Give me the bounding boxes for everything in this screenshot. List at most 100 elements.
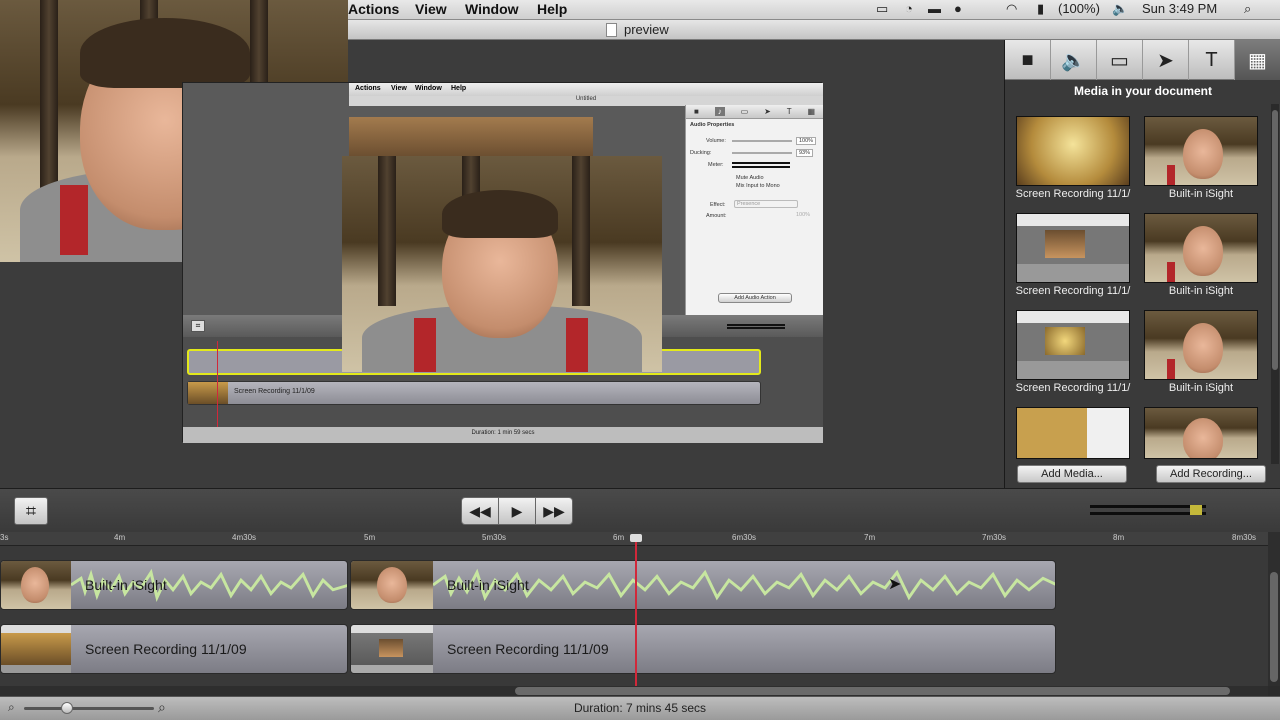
spotlight-icon[interactable]: ⌕ — [1244, 1, 1251, 17]
audio-properties-icon[interactable]: 🔈 — [1051, 40, 1097, 80]
menu-view[interactable]: View — [415, 1, 447, 17]
video-properties-icon[interactable]: ■ — [1005, 40, 1051, 80]
isight-clip-thumb — [351, 561, 433, 609]
media-thumb-screen-3[interactable] — [1016, 310, 1130, 380]
timeline-tracks[interactable]: Built-in iSight Built-in iSight Screen R… — [0, 546, 1268, 686]
inner-add-action-button: Add Audio Action — [718, 293, 792, 303]
isight-clip-2[interactable]: Built-in iSight — [350, 560, 1056, 610]
inner-ducking-label: Ducking: — [690, 150, 712, 156]
sync-icon[interactable]: ● — [954, 1, 962, 16]
webcam-preview[interactable] — [342, 156, 662, 372]
isight-clip-thumb — [1, 561, 71, 609]
ruler-tick: 6m — [613, 533, 625, 542]
rewind-button[interactable]: ◀◀ — [461, 497, 499, 525]
media-thumb-isight-1[interactable] — [1144, 116, 1258, 186]
media-label-isight-3[interactable]: Built-in iSight — [1139, 382, 1263, 394]
inner-menu-actions: Actions — [355, 85, 381, 92]
media-thumb-screen-4[interactable] — [1016, 407, 1130, 459]
screen-clip-1[interactable]: Screen Recording 11/1/09 — [0, 624, 348, 674]
media-panel: ■ 🔈 ▭ ➤ T ▦ Media in your document Scree… — [1004, 40, 1280, 488]
project-duration: Duration: 7 mins 45 secs — [573, 701, 707, 715]
mouse-cursor-icon: ➤ — [888, 576, 902, 593]
inner-audio-panel: ■ ♪ ▭ ➤ T ▦ Audio Properties Volume: 100… — [685, 105, 823, 315]
fast-forward-icon: ▶▶ — [543, 502, 565, 519]
pointer-properties-icon[interactable]: ➤ — [1143, 40, 1189, 80]
inner-media-icon: ▦ — [807, 107, 816, 116]
wifi-icon[interactable]: ◠ — [1006, 1, 1017, 17]
media-library-icon[interactable]: ▦ — [1235, 40, 1280, 80]
inner-amount-value: 100% — [796, 212, 811, 218]
media-label-screen-1[interactable]: Screen Recording 11/1/ — [1011, 188, 1135, 200]
battery-icon[interactable]: ▮ — [1037, 1, 1044, 17]
media-thumb-isight-4[interactable] — [1144, 407, 1258, 459]
inner-volume-label: Volume: — [706, 138, 726, 144]
media-panel-title: Media in your document — [1073, 84, 1212, 98]
time-machine-icon[interactable]: ◔ — [905, 1, 913, 16]
add-media-button[interactable]: Add Media... — [1017, 465, 1127, 483]
media-label-isight-1[interactable]: Built-in iSight — [1139, 188, 1263, 200]
display-icon[interactable]: ▭ — [876, 1, 888, 17]
inner-menu-help: Help — [451, 85, 467, 92]
inner-clip-label: Screen Recording 11/1/09 — [234, 388, 315, 395]
battery-percent: (100%) — [1058, 1, 1100, 16]
ruler-tick: 5m30s — [482, 533, 507, 542]
inner-panel-title: Audio Properties — [690, 122, 735, 128]
menu-actions[interactable]: Actions — [348, 1, 399, 17]
media-label-screen-3[interactable]: Screen Recording 11/1/ — [1011, 382, 1135, 394]
screen-clip-2[interactable]: Screen Recording 11/1/09 — [350, 624, 1056, 674]
monitor-icon[interactable]: ▬ — [928, 1, 941, 16]
media-scrollbar[interactable] — [1271, 104, 1279, 464]
isight-clip-1[interactable]: Built-in iSight — [0, 560, 348, 610]
media-thumb-screen-1[interactable] — [1016, 116, 1130, 186]
isight-clip-label: Built-in iSight — [85, 577, 167, 593]
menu-window[interactable]: Window — [465, 1, 519, 17]
ruler-tick: 4m30s — [232, 533, 257, 542]
timeline-horizontal-scrollbar[interactable] — [0, 686, 1268, 696]
playhead[interactable] — [635, 538, 637, 686]
screen-clip-label: Screen Recording 11/1/09 — [85, 641, 247, 657]
media-thumb-isight-2[interactable] — [1144, 213, 1258, 283]
inner-volume-value: 100% — [796, 137, 817, 145]
media-thumb-isight-3[interactable] — [1144, 310, 1258, 380]
window-title: preview — [624, 22, 669, 37]
inner-meter-label: Meter: — [708, 162, 724, 168]
isight-clip-label: Built-in iSight — [447, 577, 529, 593]
timeline-vertical-scrollbar[interactable] — [1268, 532, 1280, 686]
ruler-tick: 3s — [0, 533, 9, 542]
inner-audio-icon: ♪ — [714, 107, 725, 116]
menu-help[interactable]: Help — [537, 1, 567, 17]
inner-menu-bar: Actions View Window Help — [349, 83, 823, 96]
rewind-icon: ◀◀ — [469, 502, 491, 519]
inner-effect-label: Effect: — [710, 202, 726, 208]
transport-bar: ⌗ ◀◀ ▶ ▶▶ — [0, 488, 1280, 532]
crop-button[interactable]: ⌗ — [14, 497, 48, 525]
ruler-tick: 7m — [864, 533, 876, 542]
window-titlebar: preview — [348, 20, 1280, 40]
fast-forward-button[interactable]: ▶▶ — [535, 497, 573, 525]
text-properties-icon[interactable]: T — [1189, 40, 1235, 80]
inner-text-icon: T — [786, 107, 792, 116]
screen-clip-thumb — [1, 625, 71, 673]
inner-mute-label: Mute Audio — [736, 175, 764, 181]
playhead-handle[interactable] — [630, 534, 642, 542]
media-label-isight-2[interactable]: Built-in iSight — [1139, 285, 1263, 297]
screen-clip-thumb — [351, 625, 433, 673]
media-label-screen-2[interactable]: Screen Recording 11/1/ — [1011, 285, 1135, 297]
inner-mono-label: Mix Input to Mono — [736, 183, 780, 189]
ruler-tick: 4m — [114, 533, 126, 542]
media-thumb-screen-2[interactable] — [1016, 213, 1130, 283]
inner-menu-view: View — [391, 85, 407, 92]
volume-icon[interactable]: 🔈 — [1112, 1, 1128, 17]
scrollbar-thumb[interactable] — [515, 687, 1230, 695]
inner-amount-label: Amount: — [706, 213, 727, 219]
inner-crop-icon: ⌗ — [191, 320, 205, 332]
clock[interactable]: Sun 3:49 PM — [1142, 1, 1217, 16]
add-recording-button[interactable]: Add Recording... — [1156, 465, 1266, 483]
ruler-tick: 8m30s — [1232, 533, 1257, 542]
ruler-tick: 6m30s — [732, 533, 757, 542]
play-button[interactable]: ▶ — [498, 497, 536, 525]
screen-properties-icon[interactable]: ▭ — [1097, 40, 1143, 80]
status-bar: ⌕ ⌕ Duration: 7 mins 45 secs — [0, 696, 1280, 720]
screen-clip-label: Screen Recording 11/1/09 — [447, 641, 609, 657]
inspector-toolbar: ■ 🔈 ▭ ➤ T ▦ — [1005, 40, 1280, 80]
